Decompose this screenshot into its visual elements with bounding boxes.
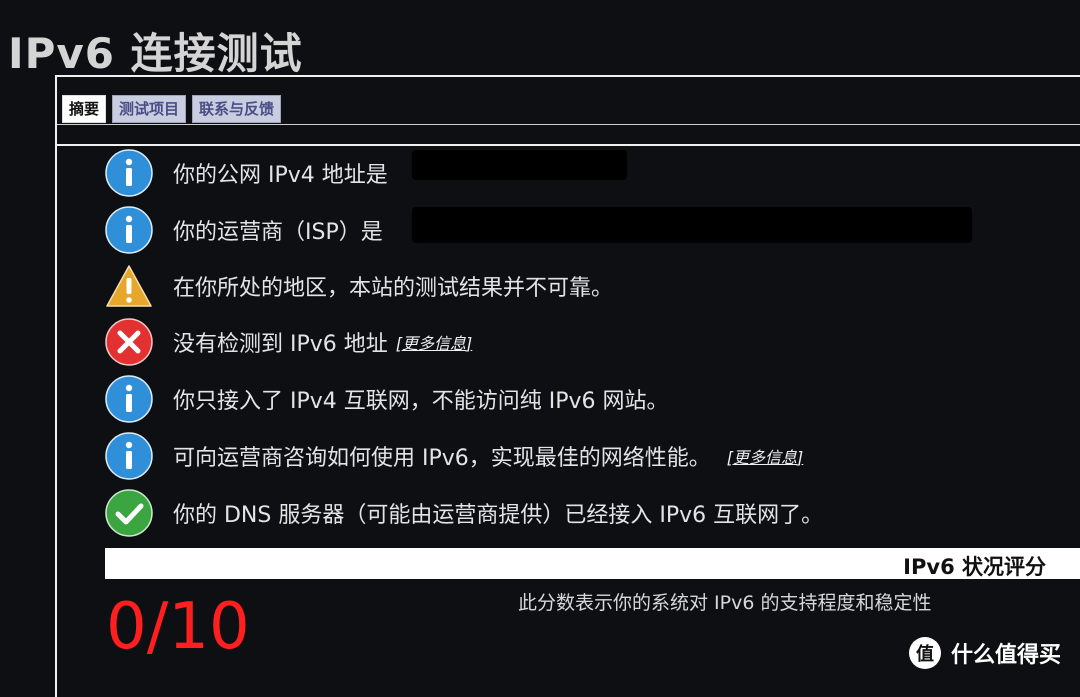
score-header-bar: IPv6 状况评分 — [105, 548, 1080, 579]
page-title: IPv6 连接测试 — [8, 29, 303, 78]
redaction-mark — [412, 150, 627, 180]
result-text: 你的 DNS 服务器（可能由运营商提供）已经接入 IPv6 互联网了。 — [173, 503, 824, 528]
score-description: 此分数表示你的系统对 IPv6 的支持程度和稳定性 — [518, 592, 932, 614]
redaction-mark — [412, 207, 972, 243]
tab-test-items[interactable]: 测试项目 — [112, 95, 187, 123]
more-info-link[interactable]: 更多信息 — [396, 330, 473, 354]
result-region-warning: 在你所处的地区，本站的测试结果并不可靠。 — [105, 261, 613, 311]
tab-bar: 摘要 测试项目 联系与反馈 — [62, 95, 282, 123]
result-ipv4-address: 你的公网 IPv4 地址是 — [105, 148, 388, 198]
result-isp: 你的运营商（ISP）是 — [105, 205, 383, 255]
result-no-ipv6: 没有检测到 IPv6 地址 更多信息 — [105, 317, 472, 367]
watermark: 值 什么值得买 — [909, 637, 1061, 669]
warning-icon — [106, 265, 152, 307]
watermark-text: 什么值得买 — [951, 643, 1062, 668]
error-icon — [105, 318, 153, 366]
info-icon — [105, 149, 153, 197]
info-icon — [105, 432, 153, 480]
result-dns-ipv6: 你的 DNS 服务器（可能由运营商提供）已经接入 IPv6 互联网了。 — [105, 488, 823, 538]
content-divider — [57, 144, 1080, 146]
tab-divider — [57, 124, 1080, 125]
result-text: 可向运营商咨询如何使用 IPv6，实现最佳的网络性能。 — [173, 446, 711, 471]
score-value: 0/10 — [106, 590, 250, 664]
check-icon — [105, 489, 153, 537]
result-text: 你的公网 IPv4 地址是 — [173, 163, 388, 188]
tab-summary[interactable]: 摘要 — [62, 95, 107, 123]
score-title: IPv6 状况评分 — [903, 555, 1046, 579]
tab-contact-feedback[interactable]: 联系与反馈 — [192, 95, 282, 123]
result-text: 没有检测到 IPv6 地址 — [173, 332, 388, 357]
result-text: 你的运营商（ISP）是 — [173, 220, 383, 245]
result-ask-isp: 可向运营商咨询如何使用 IPv6，实现最佳的网络性能。 更多信息 — [105, 431, 803, 481]
result-ipv4-only: 你只接入了 IPv4 互联网，不能访问纯 IPv6 网站。 — [105, 374, 669, 424]
info-icon — [105, 206, 153, 254]
result-text: 你只接入了 IPv4 互联网，不能访问纯 IPv6 网站。 — [173, 389, 669, 414]
watermark-logo-icon: 值 — [909, 637, 941, 669]
result-text: 在你所处的地区，本站的测试结果并不可靠。 — [173, 276, 614, 301]
info-icon — [105, 375, 153, 423]
more-info-link[interactable]: 更多信息 — [727, 444, 804, 468]
